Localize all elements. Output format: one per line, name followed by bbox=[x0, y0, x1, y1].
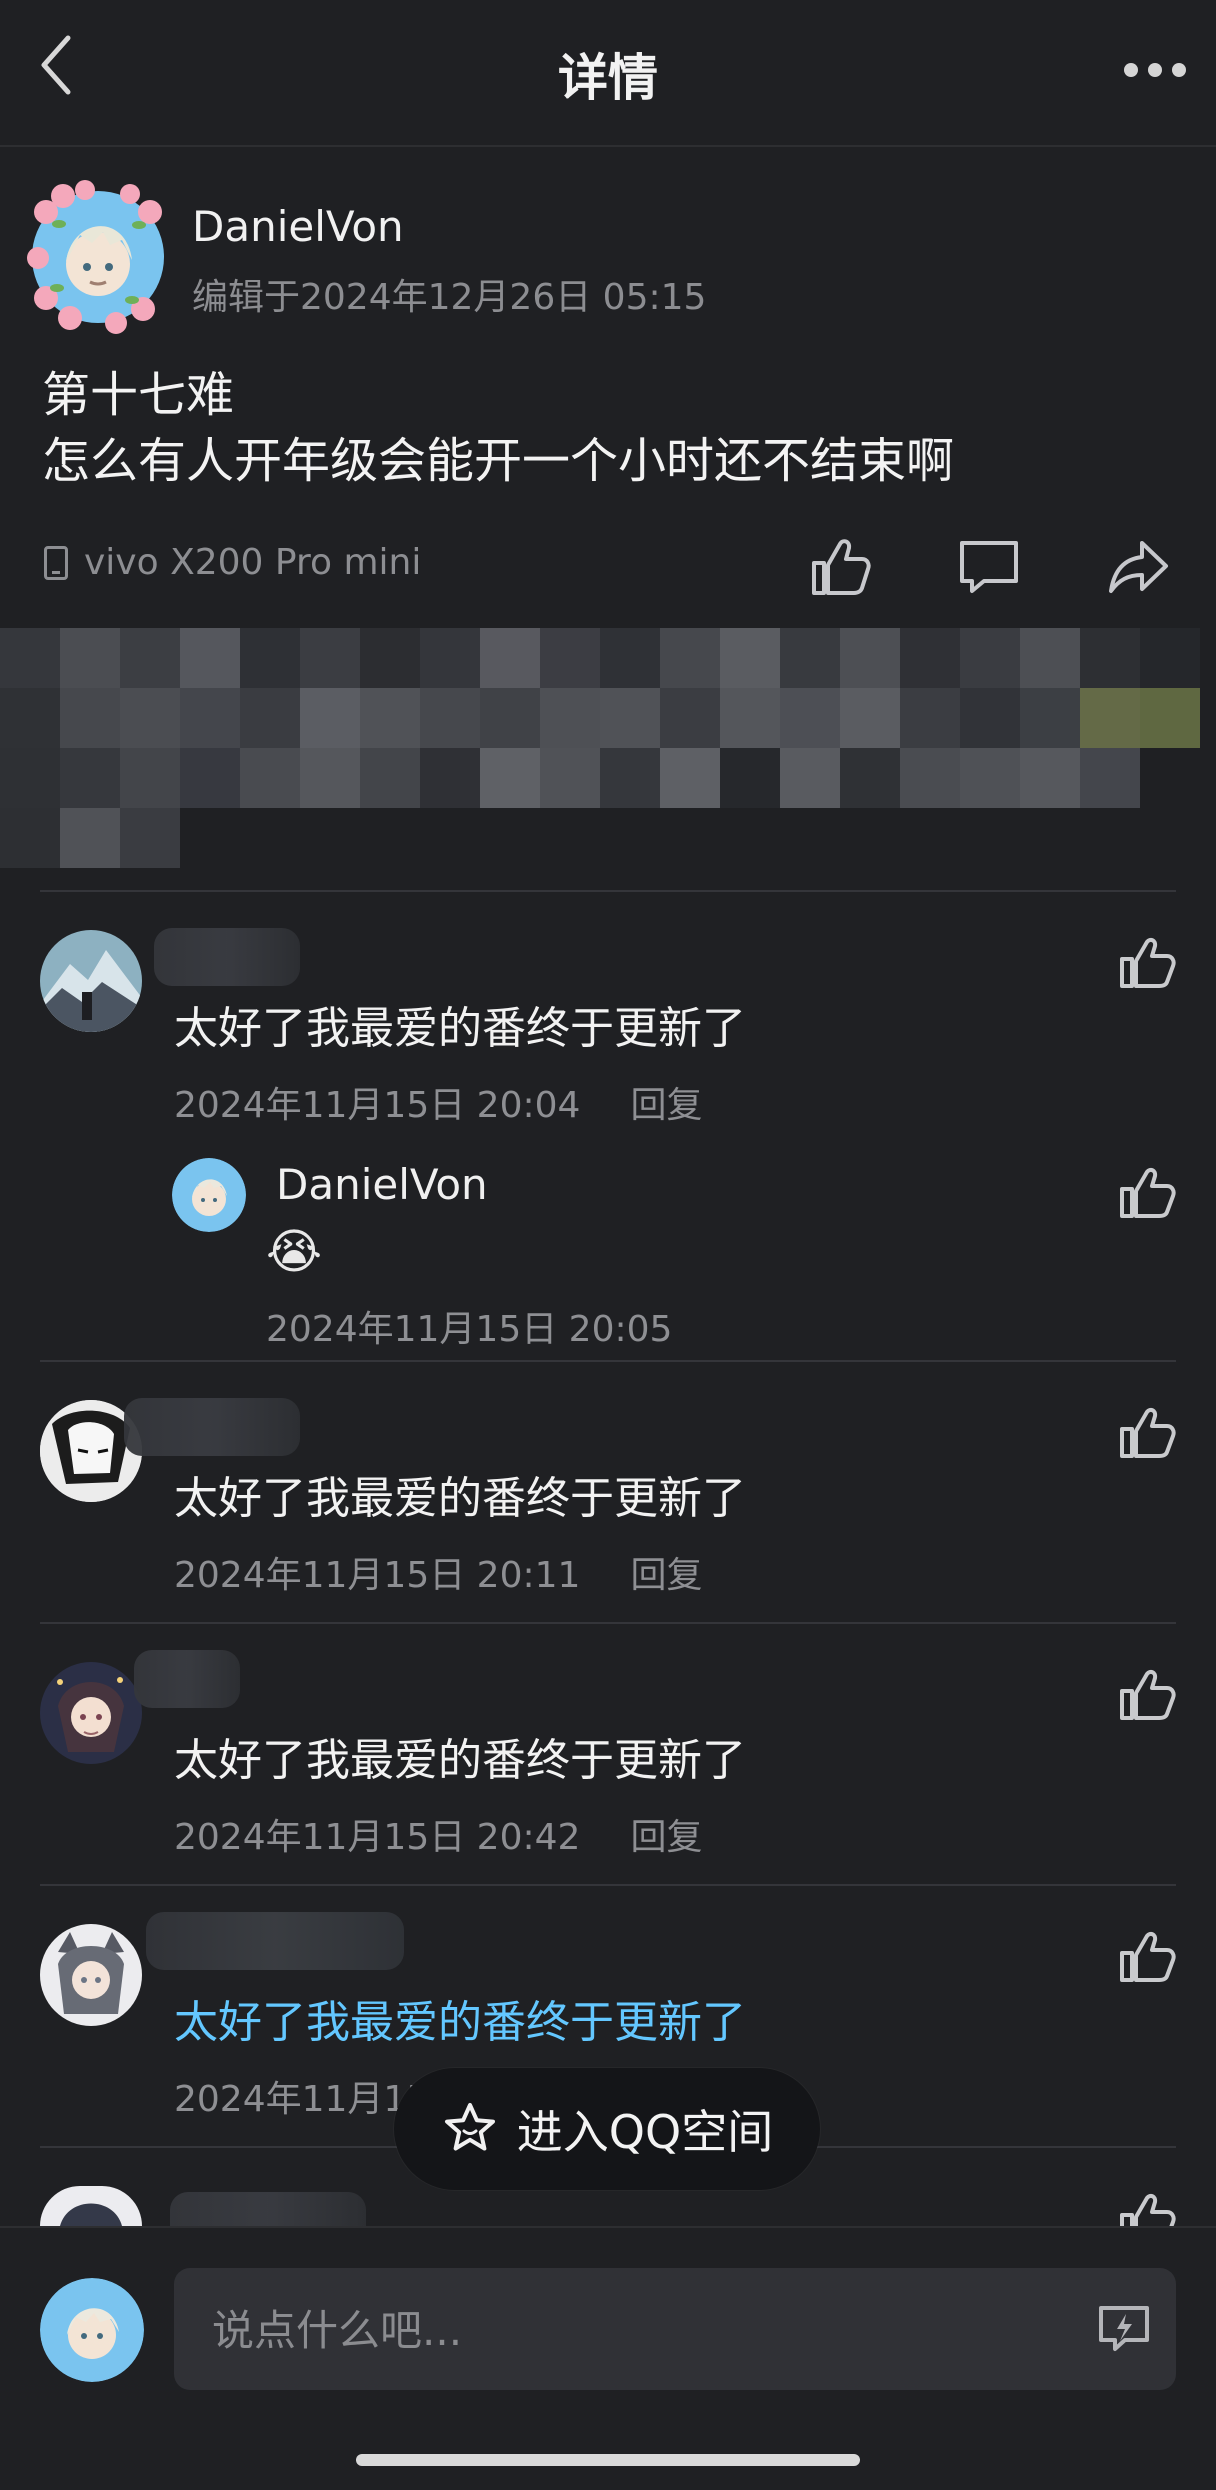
more-dot-icon bbox=[1172, 63, 1186, 77]
comment-input[interactable] bbox=[210, 2268, 1074, 2392]
share-arrow-icon bbox=[1109, 541, 1168, 593]
comment-input-container[interactable] bbox=[174, 2268, 1176, 2392]
more-options-button[interactable] bbox=[1124, 58, 1186, 82]
comment-meta: 2024年11月15日 20:42 回复 bbox=[174, 1808, 702, 1860]
star-outline-icon bbox=[444, 2103, 495, 2151]
reply-like-button[interactable] bbox=[1114, 1160, 1178, 1224]
crying-face-emoji: 😭 bbox=[266, 1224, 323, 1280]
anime-catgirl-avatar-icon bbox=[40, 1924, 142, 2026]
post-share-button[interactable] bbox=[1098, 525, 1180, 607]
reply-button[interactable]: 回复 bbox=[630, 1076, 702, 1128]
enter-qzone-label: 进入QQ空间 bbox=[516, 2105, 774, 2159]
reply-time: 2024年11月15日 20:05 bbox=[266, 1309, 673, 1350]
comment-icon bbox=[960, 541, 1018, 593]
current-user-avatar[interactable] bbox=[40, 2278, 144, 2382]
comment-avatar[interactable] bbox=[40, 1924, 142, 2026]
comment-author-name[interactable] bbox=[154, 928, 300, 986]
reply-button[interactable]: 回复 bbox=[630, 1546, 702, 1598]
device-name: vivo X200 Pro mini bbox=[84, 542, 422, 583]
comment-text: 太好了我最爱的番终于更新了 bbox=[174, 1735, 746, 1786]
divider bbox=[40, 1360, 1176, 1362]
comment-like-button[interactable] bbox=[1114, 930, 1178, 994]
thumbs-up-icon bbox=[1120, 937, 1176, 988]
comment-text: 太好了我最爱的番终于更新了 bbox=[174, 1003, 746, 1054]
comment-text: 太好了我最爱的番终于更新了 bbox=[174, 1473, 746, 1524]
anime-night-avatar-icon bbox=[40, 1662, 142, 1764]
comment-author-name[interactable] bbox=[146, 1912, 404, 1970]
reply-meta: 2024年11月15日 20:05 bbox=[266, 1300, 672, 1352]
phone-icon bbox=[44, 545, 68, 580]
more-dot-icon bbox=[1124, 63, 1138, 77]
comment-like-button[interactable] bbox=[1114, 1662, 1178, 1726]
comment-avatar[interactable] bbox=[40, 930, 142, 1032]
comment-author-name[interactable] bbox=[134, 1650, 240, 1708]
reply-author-name[interactable]: DanielVon bbox=[276, 1160, 488, 1209]
divider bbox=[40, 1884, 1176, 1886]
avatar-illustration-icon bbox=[172, 1158, 246, 1232]
emoji-panel-button[interactable] bbox=[1096, 2302, 1152, 2356]
thumbs-up-icon bbox=[1120, 1931, 1176, 1982]
comment-author-name[interactable] bbox=[124, 1398, 300, 1456]
comment-avatar[interactable] bbox=[40, 1662, 142, 1764]
comment-composer-bar bbox=[0, 2226, 1216, 2490]
comment-meta: 2024年11月15日 20:11 回复 bbox=[174, 1546, 702, 1598]
post-like-button[interactable] bbox=[798, 525, 880, 607]
comment-text: 太好了我最爱的番终于更新了 bbox=[174, 1997, 746, 2048]
device-info: vivo X200 Pro mini bbox=[44, 542, 421, 583]
post-edited-time: 编辑于2024年12月26日 05:15 bbox=[192, 277, 707, 318]
divider bbox=[40, 1622, 1176, 1624]
post-content: 第十七难 怎么有人开年级会能开一个小时还不结束啊 bbox=[42, 367, 955, 489]
mountain-photo-icon bbox=[40, 930, 142, 1032]
emoji-panel-icon bbox=[1099, 2306, 1149, 2351]
avatar-illustration-icon bbox=[40, 2278, 144, 2382]
comment-time: 2024年11月15日 20:04 bbox=[174, 1085, 581, 1126]
thumbs-up-icon bbox=[812, 539, 871, 595]
thumbs-up-icon bbox=[1120, 1167, 1176, 1218]
page-title: 详情 bbox=[558, 49, 658, 107]
home-indicator bbox=[356, 2454, 860, 2466]
enter-qzone-button[interactable]: 进入QQ空间 bbox=[394, 2068, 820, 2190]
reply-avatar[interactable] bbox=[172, 1158, 246, 1232]
top-app-bar: 详情 bbox=[0, 0, 1216, 147]
comment-like-button[interactable] bbox=[1114, 1400, 1178, 1464]
comment-like-button[interactable] bbox=[1114, 1924, 1178, 1988]
post-comment-button[interactable] bbox=[948, 525, 1030, 607]
thumbs-up-icon bbox=[1120, 1407, 1176, 1458]
thumbs-up-icon bbox=[1120, 1669, 1176, 1720]
pixelated-like-list bbox=[0, 628, 1216, 873]
divider bbox=[40, 890, 1176, 892]
post-author-name[interactable]: DanielVon bbox=[192, 202, 404, 251]
comment-like-button[interactable] bbox=[1114, 2186, 1178, 2226]
comment-time: 2024年11月15日 20:11 bbox=[174, 1555, 581, 1596]
partial-avatar-icon bbox=[40, 2186, 142, 2226]
avatar-illustration-icon bbox=[27, 180, 164, 334]
thumbs-up-icon bbox=[1120, 2193, 1176, 2226]
reply-button[interactable]: 回复 bbox=[630, 1808, 702, 1860]
post-author-avatar[interactable] bbox=[18, 172, 178, 342]
more-dot-icon bbox=[1148, 63, 1162, 77]
comment-time: 2024年11月15日 20:42 bbox=[174, 1817, 581, 1858]
comment-avatar[interactable] bbox=[40, 2186, 142, 2226]
comment-meta: 2024年11月15日 20:04 回复 bbox=[174, 1076, 702, 1128]
